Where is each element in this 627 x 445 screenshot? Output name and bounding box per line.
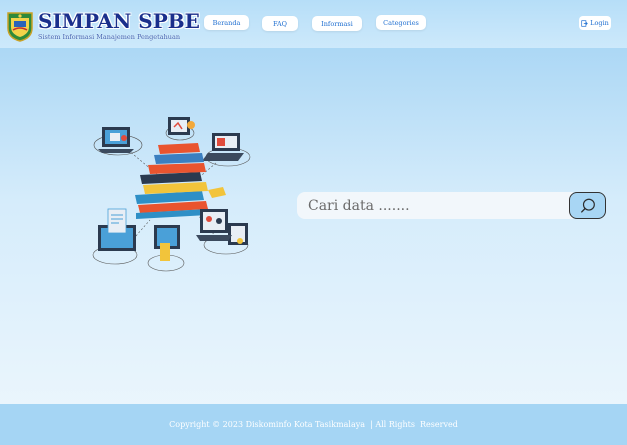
- footer: Copyright © 2023 Diskominfo Kota Tasikma…: [0, 404, 627, 445]
- kota-tasikmalaya-emblem-icon[interactable]: [5, 10, 35, 42]
- brand-title[interactable]: SIMPAN SPBE: [38, 9, 200, 33]
- footer-copyright: Copyright © 2023 Diskominfo Kota Tasikma…: [169, 420, 458, 429]
- login-label: Login: [590, 19, 609, 27]
- search-button[interactable]: [569, 192, 606, 219]
- login-button[interactable]: Login: [579, 16, 611, 30]
- search-icon: [580, 198, 595, 213]
- nav-categories[interactable]: Categories: [376, 15, 426, 30]
- nav-faq[interactable]: FAQ: [262, 16, 298, 31]
- page: SIMPAN SPBE Sistem Informasi Manajemen P…: [0, 0, 627, 445]
- header: SIMPAN SPBE Sistem Informasi Manajemen P…: [0, 0, 627, 48]
- search-bar: [297, 192, 609, 219]
- nav-beranda[interactable]: Beranda: [204, 15, 249, 30]
- nav-informasi[interactable]: Informasi: [312, 16, 362, 31]
- brand-subtitle: Sistem Informasi Manajemen Pengetahuan: [38, 33, 181, 41]
- books-and-devices-illustration: [92, 117, 251, 272]
- login-icon: [581, 19, 588, 27]
- search-input[interactable]: [297, 192, 573, 219]
